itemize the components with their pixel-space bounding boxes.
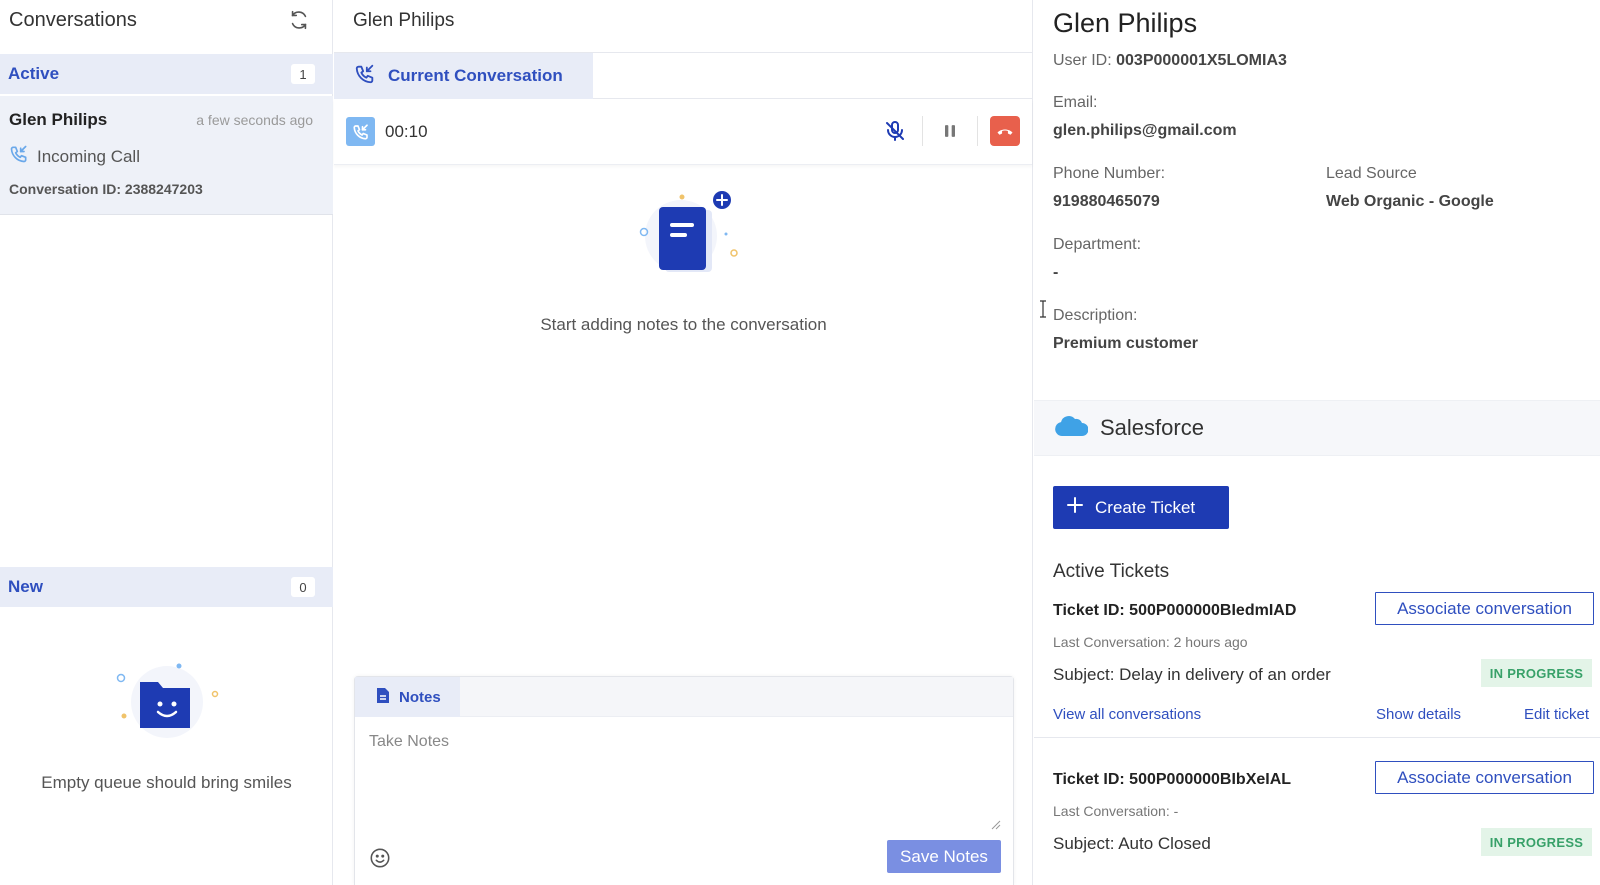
ticket-last-conversation: Last Conversation: - (1053, 803, 1179, 819)
phone-value: 919880465079 (1053, 193, 1160, 210)
new-count-badge: 0 (291, 577, 315, 597)
refresh-icon[interactable] (288, 9, 310, 31)
associate-conversation-button[interactable]: Associate conversation (1375, 592, 1594, 625)
email-value: glen.philips@gmail.com (1053, 122, 1237, 139)
active-section-label: Active (8, 64, 60, 83)
create-ticket-label: Create Ticket (1095, 497, 1196, 517)
microphone-off-icon (886, 121, 904, 141)
incoming-call-icon (9, 144, 29, 169)
active-count-badge: 1 (291, 64, 315, 84)
new-section-header[interactable]: New 0 (0, 567, 333, 607)
view-all-conversations-link[interactable]: View all conversations (1053, 706, 1201, 723)
notes-tabbar: Notes (355, 677, 1013, 717)
tab-notes-label: Notes (399, 688, 441, 706)
conversations-header: Conversations (0, 0, 332, 40)
save-notes-button[interactable]: Save Notes (887, 840, 1001, 873)
conversation-panel: Glen Philips Current Conversation 00:10 (334, 0, 1033, 885)
contact-name: Glen Philips (1053, 8, 1198, 38)
empty-queue-message: Empty queue should bring smiles (41, 773, 292, 792)
conversations-title: Conversations (9, 8, 137, 31)
user-id-value: 003P000001X5LOMIA3 (1116, 52, 1287, 69)
contact-user-id: User ID: 003P000001X5LOMIA3 (1053, 52, 1287, 70)
salesforce-section-header: Salesforce (1034, 400, 1600, 456)
hang-up-icon (997, 129, 1013, 135)
ticket-subject: Subject: Auto Closed (1053, 834, 1211, 853)
active-tickets-heading: Active Tickets (1053, 561, 1170, 582)
ticket-id: Ticket ID: 500P000000BIbXeIAL (1053, 771, 1292, 788)
status-badge: IN PROGRESS (1481, 659, 1592, 687)
salesforce-label: Salesforce (1100, 415, 1204, 440)
incoming-call-icon (354, 63, 376, 90)
create-ticket-button[interactable]: Create Ticket (1053, 486, 1229, 529)
tab-current-conversation[interactable]: Current Conversation (334, 53, 593, 99)
plus-icon (1067, 497, 1083, 518)
contact-details-panel: Glen Philips User ID: 003P000001X5LOMIA3… (1034, 0, 1600, 885)
notes-panel: Notes Save Notes (354, 676, 1014, 885)
conversation-contact-name: Glen Philips (9, 110, 108, 129)
ticket-subject: Subject: Delay in delivery of an order (1053, 665, 1331, 684)
department-value: - (1053, 264, 1059, 281)
document-icon (376, 687, 390, 708)
smiling-folder-illustration (116, 663, 218, 738)
email-label: Email: (1053, 94, 1098, 111)
resize-handle-icon[interactable] (991, 817, 1001, 830)
status-badge: IN PROGRESS (1481, 828, 1592, 856)
lead-source-value: Web Organic - Google (1326, 193, 1494, 210)
description-label: Description: (1053, 307, 1138, 324)
department-label: Department: (1053, 236, 1142, 253)
ticket-divider (1034, 737, 1600, 738)
active-section-header[interactable]: Active 1 (0, 54, 333, 94)
conversation-id: Conversation ID: 2388247203 (9, 181, 203, 197)
notes-empty-state: Start adding notes to the conversation (334, 190, 1033, 335)
tab-notes[interactable]: Notes (355, 677, 460, 717)
call-timer: 00:10 (385, 121, 428, 141)
mute-microphone-button[interactable] (880, 116, 910, 146)
conversation-tabbar: Current Conversation (334, 53, 1032, 99)
edit-ticket-link[interactable]: Edit ticket (1524, 706, 1589, 723)
lead-source-label: Lead Source (1326, 165, 1417, 182)
notes-empty-message: Start adding notes to the conversation (540, 315, 827, 334)
notes-textarea[interactable] (355, 717, 1013, 827)
conversation-item[interactable]: Glen Philips a few seconds ago Incoming … (0, 96, 333, 215)
tab-current-conversation-label: Current Conversation (388, 66, 563, 85)
description-value: Premium customer (1053, 335, 1198, 352)
conversations-panel: Conversations Active 1 Glen Philips a fe… (0, 0, 333, 885)
ticket-id: Ticket ID: 500P000000BIedmIAD (1053, 602, 1297, 619)
user-id-label: User ID: (1053, 52, 1117, 69)
hang-up-button[interactable] (990, 116, 1020, 146)
pause-icon (945, 125, 955, 137)
emoji-picker-icon[interactable] (369, 847, 391, 869)
call-status-icon (346, 117, 375, 146)
conversation-header-title: Glen Philips (334, 0, 1032, 53)
associate-conversation-button[interactable]: Associate conversation (1375, 761, 1594, 794)
call-control-bar: 00:10 (334, 99, 1032, 165)
conversation-type: Incoming Call (37, 146, 140, 166)
text-cursor-icon (1038, 300, 1048, 323)
hold-call-button[interactable] (935, 116, 965, 146)
ticket-last-conversation: Last Conversation: 2 hours ago (1053, 634, 1248, 650)
add-notes-illustration (639, 191, 738, 272)
empty-queue-state: Empty queue should bring smiles (0, 660, 333, 793)
conversation-timestamp: a few seconds ago (196, 112, 313, 128)
new-section-label: New (8, 577, 43, 596)
phone-label: Phone Number: (1053, 165, 1166, 182)
salesforce-cloud-icon (1054, 414, 1089, 443)
show-details-link[interactable]: Show details (1376, 706, 1461, 723)
